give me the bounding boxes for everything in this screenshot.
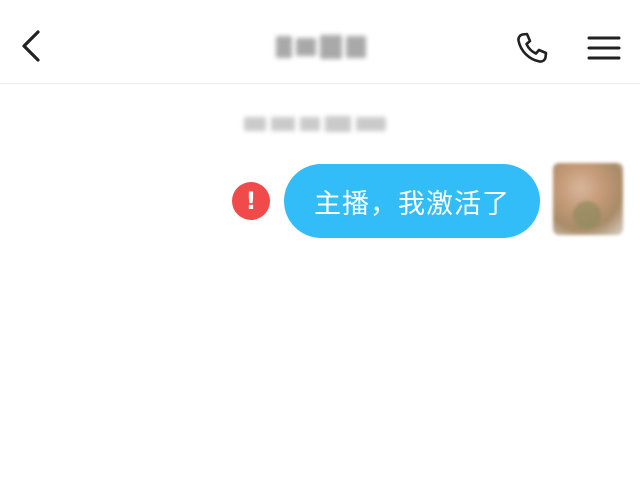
outgoing-message-bubble[interactable]: 主播，我激活了	[284, 164, 540, 238]
hamburger-menu-icon	[587, 36, 621, 60]
chat-screen: ! 主播，我激活了	[0, 0, 640, 480]
call-button[interactable]	[512, 28, 552, 68]
chevron-left-icon	[22, 30, 40, 62]
back-button[interactable]	[14, 26, 48, 66]
avatar[interactable]	[553, 163, 623, 235]
phone-icon	[517, 32, 548, 63]
send-failed-indicator[interactable]: !	[232, 182, 270, 220]
menu-button[interactable]	[584, 28, 624, 68]
message-text: 主播，我激活了	[314, 188, 510, 220]
chat-header	[0, 0, 640, 84]
contact-name-obscured	[276, 30, 368, 64]
error-exclamation-icon: !	[245, 187, 257, 215]
message-timestamp-obscured	[244, 112, 396, 136]
